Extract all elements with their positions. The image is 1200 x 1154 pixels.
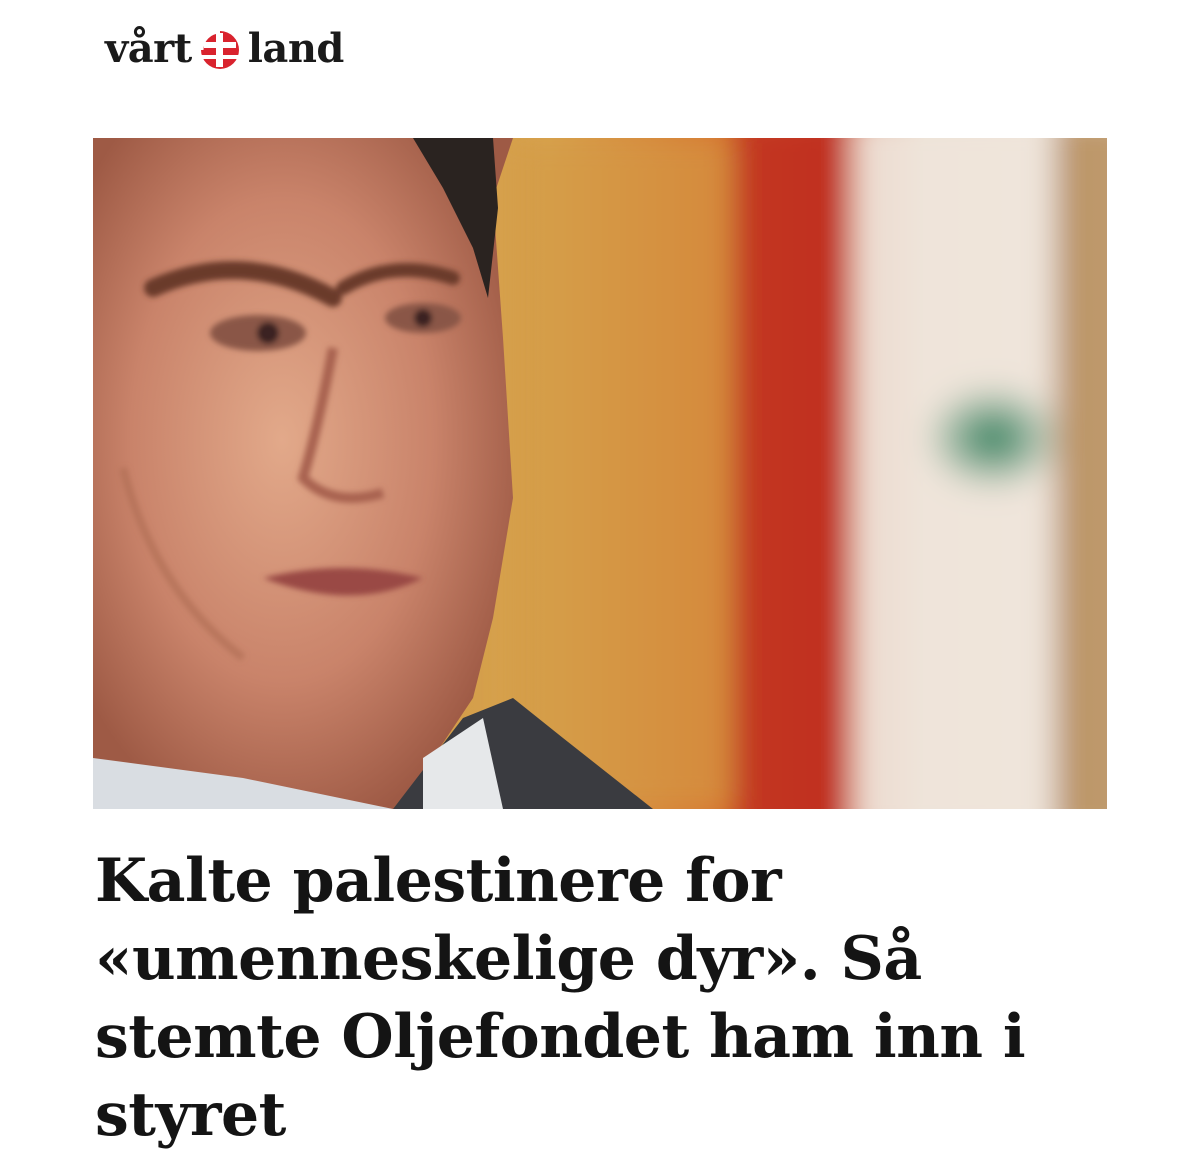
article-headline[interactable]: Kalte palestinere for «umenneskelige dyr… [95, 842, 1135, 1154]
site-logo[interactable]: vårt land [105, 18, 344, 78]
cross-emblem-icon [194, 28, 246, 72]
brand-text-right: land [247, 24, 345, 72]
hero-image[interactable] [93, 138, 1107, 809]
brand-text-left: vårt [105, 24, 192, 72]
